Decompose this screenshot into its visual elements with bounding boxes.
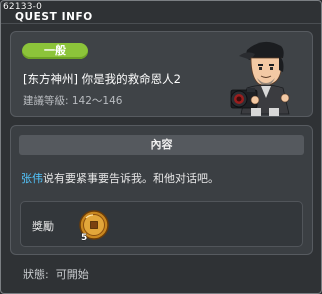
reward-count: 5 — [81, 233, 87, 242]
dialog-rest: 说有要紧事要告诉我。和他对话吧。 — [43, 172, 219, 185]
status-value: 可開始 — [55, 268, 89, 281]
content-section-header: 內容 — [19, 135, 304, 155]
quest-category-badge: 一般 — [22, 43, 88, 59]
quest-info-window: 62133-0 QUEST INFO 一般 [东方神州] 你是我的救命恩人2 建… — [0, 0, 322, 294]
quest-dialog-text: 张伟说有要紧事要告诉我。和他对话吧。 — [21, 170, 219, 186]
reward-label: 獎勵 — [32, 220, 54, 233]
quest-content-panel: 內容 张伟说有要紧事要告诉我。和他对话吧。 獎勵 5 — [10, 125, 313, 255]
reward-box: 獎勵 5 — [20, 201, 303, 247]
window-title: QUEST INFO — [15, 11, 93, 23]
npc-portrait — [230, 41, 290, 116]
npc-name-link[interactable]: 张伟 — [21, 172, 43, 185]
quest-status: 狀態: 可開始 — [23, 266, 89, 282]
title-divider — [1, 23, 321, 24]
quest-name: [东方神州] 你是我的救命恩人2 — [23, 72, 181, 86]
status-label: 狀態: — [23, 268, 49, 281]
quest-summary-panel: 一般 [东方神州] 你是我的救命恩人2 建議等級: 142～146 — [10, 31, 313, 117]
recommended-level: 建議等級: 142～146 — [23, 95, 123, 107]
gold-coin-icon[interactable]: 5 — [77, 208, 111, 242]
